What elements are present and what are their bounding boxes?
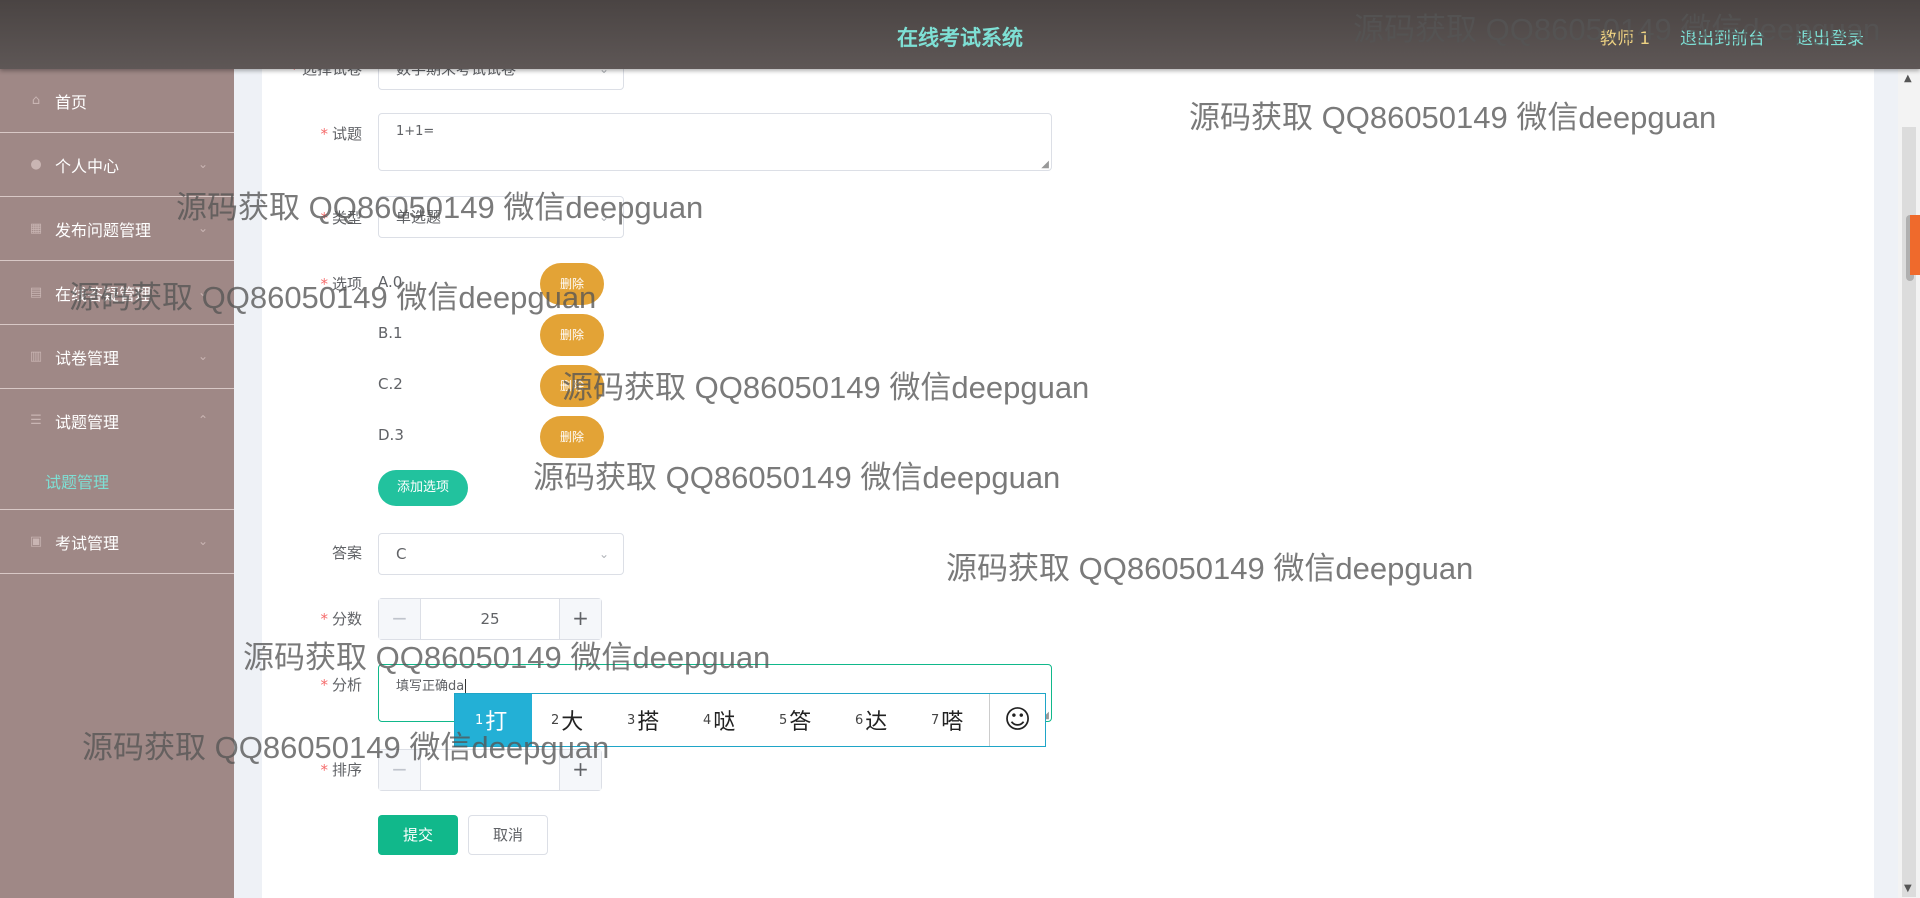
watermark: 源码获取 QQ86050149 微信deepguan bbox=[533, 460, 1061, 495]
chevron-down-icon: ⌄ bbox=[197, 157, 208, 171]
analysis-label: * 分析 bbox=[320, 676, 362, 694]
sidebar-item-exam-management[interactable]: ▣ 考试管理 ⌄ bbox=[0, 510, 234, 574]
ime-candidate-6[interactable]: 6达 bbox=[836, 694, 912, 746]
answer-label: 答案 bbox=[331, 544, 362, 562]
option-d-text: D.3 bbox=[378, 426, 404, 444]
sidebar-item-home[interactable]: ⌂ 首页 bbox=[0, 69, 234, 133]
document-icon: ▥ bbox=[29, 348, 43, 364]
question-label: * 试题 bbox=[320, 125, 362, 143]
user-icon: ● bbox=[30, 156, 42, 172]
ime-candidate-5[interactable]: 5答 bbox=[760, 694, 836, 746]
chevron-down-icon: ⌄ bbox=[197, 534, 208, 548]
answer-select[interactable]: C ⌄ bbox=[378, 533, 624, 575]
resize-handle-icon[interactable]: ◢ bbox=[1041, 160, 1049, 170]
scroll-position-marker bbox=[1910, 215, 1920, 275]
sidebar-item-label: 考试管理 bbox=[55, 533, 120, 553]
exam-icon: ▣ bbox=[29, 533, 43, 549]
chevron-up-icon: ⌃ bbox=[197, 413, 208, 427]
scroll-up-icon[interactable]: ▲ bbox=[1904, 73, 1912, 84]
option-c-text: C.2 bbox=[378, 375, 403, 393]
list-icon: ☰ bbox=[30, 413, 42, 428]
chevron-down-icon: ⌄ bbox=[197, 349, 208, 363]
delete-option-b-button[interactable]: 删除 bbox=[540, 314, 604, 356]
score-label: * 分数 bbox=[320, 610, 362, 628]
watermark: 源码获取 QQ86050149 微信deepguan bbox=[562, 370, 1090, 405]
watermark: 源码获取 QQ86050149 微信deepguan bbox=[1189, 100, 1717, 135]
sidebar-item-label: 试卷管理 bbox=[55, 348, 120, 368]
watermark: 源码获取 QQ86050149 微信deepguan bbox=[176, 190, 704, 225]
chevron-down-icon: ⌄ bbox=[598, 547, 609, 561]
sidebar-item-paper-management[interactable]: ▥ 试卷管理 ⌄ bbox=[0, 325, 234, 389]
sidebar-item-question-management[interactable]: ☰ 试题管理 ⌃ bbox=[0, 389, 234, 453]
submit-button[interactable]: 提交 bbox=[378, 815, 458, 855]
sidebar-item-label: 个人中心 bbox=[55, 156, 120, 176]
vertical-scrollbar[interactable]: ▲ ▼ bbox=[1898, 69, 1920, 898]
watermark: 源码获取 QQ86050149 微信deepguan bbox=[243, 640, 771, 675]
home-icon: ⌂ bbox=[31, 92, 41, 108]
submenu-item-question-management[interactable]: 试题管理 bbox=[0, 453, 234, 509]
emoji-icon[interactable]: ☺ bbox=[989, 694, 1045, 746]
ime-candidate-3[interactable]: 3搭 bbox=[608, 694, 684, 746]
question-textarea[interactable]: 1+1= ◢ bbox=[378, 113, 1052, 171]
chat-icon: ▤ bbox=[29, 284, 43, 300]
edit-icon: ▦ bbox=[29, 220, 43, 236]
ime-candidate-4[interactable]: 4哒 bbox=[684, 694, 760, 746]
sidebar-item-label: 发布问题管理 bbox=[55, 220, 152, 240]
sidebar-item-label: 首页 bbox=[55, 92, 88, 112]
cancel-button[interactable]: 取消 bbox=[468, 815, 548, 855]
add-option-button[interactable]: 添加选项 bbox=[378, 470, 468, 506]
watermark: 源码获取 QQ86050149 微信deepguan bbox=[82, 730, 610, 765]
scroll-down-icon[interactable]: ▼ bbox=[1904, 883, 1912, 894]
option-b-text: B.1 bbox=[378, 324, 403, 342]
watermark: 源码获取 QQ86050149 微信deepguan bbox=[1353, 12, 1881, 47]
sidebar-item-label: 试题管理 bbox=[55, 413, 120, 432]
watermark: 源码获取 QQ86050149 微信deepguan bbox=[69, 280, 597, 315]
text-caret bbox=[465, 679, 467, 694]
ime-candidate-7[interactable]: 7嗒 bbox=[912, 694, 988, 746]
watermark: 源码获取 QQ86050149 微信deepguan bbox=[946, 551, 1474, 586]
